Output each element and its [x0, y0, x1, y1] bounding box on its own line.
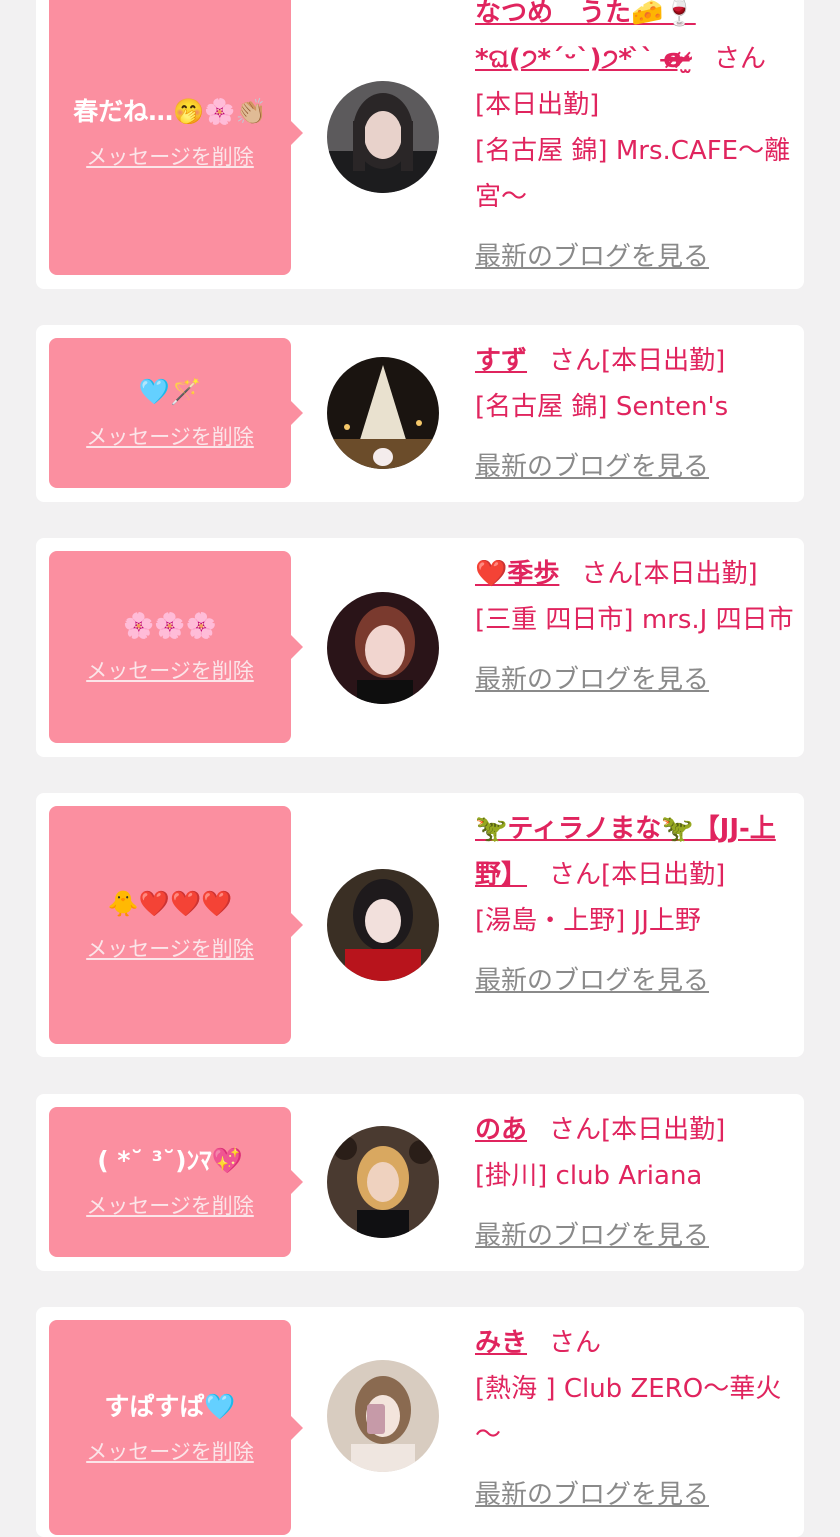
work-status: [本日出勤]	[601, 860, 726, 890]
message-text: 🩵🪄	[138, 377, 202, 406]
message-text: すぱすぱ🩵	[104, 1391, 236, 1421]
profile-info: のあ さん[本日出勤] [掛川] club Ariana 最新のブログを見る	[475, 1107, 797, 1259]
message-text: ( *˘ ³˘)ﾝﾏ💖	[97, 1146, 243, 1175]
honorific: さん	[549, 860, 602, 890]
shop-name: [三重 四日市] mrs.J 四日市	[475, 605, 794, 635]
profile-info: 🦖ティラノまな🦖【JJ-上野】 さん[本日出勤] [湯島・上野] JJ上野 最新の…	[475, 806, 797, 1004]
latest-blog-link[interactable]: 最新のブログを見る	[475, 958, 709, 1004]
latest-blog-link[interactable]: 最新のブログを見る	[475, 1472, 709, 1518]
avatar[interactable]	[327, 81, 439, 193]
message-bubble: 🐥❤️❤️❤️ メッセージを削除	[49, 806, 303, 1044]
honorific: さん	[549, 1115, 602, 1145]
favorite-card: 🩵🪄 メッセージを削除 すず さん[本日出勤] [名古屋 錦] Senten's …	[36, 325, 804, 502]
honorific: さん	[713, 44, 766, 74]
profile-info: なつめ うた🧀🍷*ଘ(੭*ˊᵕˋ)੭* ̀ˋ ɞ̴̶̷·̴̶̷̫ さん [本日出勤…	[475, 0, 797, 280]
favorite-card: 🌸🌸🌸 メッセージを削除 ❤️季歩 さん[本日出勤] [三重 四日市] mrs.J…	[36, 538, 804, 757]
profile-name-link[interactable]: みき	[475, 1328, 527, 1358]
message-text: 春だね…🤭🌸👏🏼	[73, 96, 267, 126]
profile-name-link[interactable]: ❤️季歩	[475, 559, 559, 589]
honorific: さん	[549, 346, 602, 376]
profile-info: みき さん [熱海 ] Club ZERO～華火～ 最新のブログを見る	[475, 1320, 797, 1518]
latest-blog-link[interactable]: 最新のブログを見る	[475, 234, 709, 280]
message-bubble: 春だね…🤭🌸👏🏼 メッセージを削除	[49, 0, 303, 275]
latest-blog-link[interactable]: 最新のブログを見る	[475, 1213, 709, 1259]
profile-info: すず さん[本日出勤] [名古屋 錦] Senten's 最新のブログを見る	[475, 338, 797, 490]
profile-name-link[interactable]: なつめ うた🧀🍷*ଘ(੭*ˊᵕˋ)੭* ̀ˋ ɞ̴̶̷·̴̶̷̫	[475, 0, 696, 74]
profile-name-link[interactable]: すず	[475, 346, 527, 376]
profile-name-link[interactable]: のあ	[475, 1115, 527, 1145]
message-bubble: 🌸🌸🌸 メッセージを削除	[49, 551, 303, 743]
profile-info: ❤️季歩 さん[本日出勤] [三重 四日市] mrs.J 四日市 最新のブログを見…	[475, 551, 797, 703]
delete-message-link[interactable]: メッセージを削除	[86, 141, 254, 171]
delete-message-link[interactable]: メッセージを削除	[86, 655, 254, 685]
shop-name: [名古屋 錦] Mrs.CAFE～離宮～	[475, 136, 791, 212]
latest-blog-link[interactable]: 最新のブログを見る	[475, 657, 709, 703]
message-text: 🌸🌸🌸	[123, 611, 217, 640]
message-text: 🐥❤️❤️❤️	[107, 889, 233, 918]
message-bubble: すぱすぱ🩵 メッセージを削除	[49, 1320, 303, 1535]
shop-name: [湯島・上野] JJ上野	[475, 906, 701, 936]
favorite-card: 🐥❤️❤️❤️ メッセージを削除 🦖ティラノまな🦖【JJ-上野】 さん[本日出勤]…	[36, 793, 804, 1057]
delete-message-link[interactable]: メッセージを削除	[86, 1190, 254, 1220]
avatar[interactable]	[327, 869, 439, 981]
work-status: [本日出勤]	[633, 559, 758, 589]
shop-name: [掛川] club Ariana	[475, 1161, 703, 1191]
avatar[interactable]	[327, 357, 439, 469]
avatar[interactable]	[327, 1126, 439, 1238]
delete-message-link[interactable]: メッセージを削除	[86, 421, 254, 451]
favorite-card: ( *˘ ³˘)ﾝﾏ💖 メッセージを削除 のあ さん[本日出勤] [掛川] clu…	[36, 1094, 804, 1271]
latest-blog-link[interactable]: 最新のブログを見る	[475, 444, 709, 490]
message-bubble: 🩵🪄 メッセージを削除	[49, 338, 303, 488]
avatar[interactable]	[327, 1360, 439, 1472]
delete-message-link[interactable]: メッセージを削除	[86, 1436, 254, 1466]
avatar[interactable]	[327, 592, 439, 704]
honorific: さん	[549, 1328, 602, 1358]
delete-message-link[interactable]: メッセージを削除	[86, 933, 254, 963]
work-status: [本日出勤]	[601, 1115, 726, 1145]
favorite-card: すぱすぱ🩵 メッセージを削除 みき さん [熱海 ] Club ZERO～華火～ …	[36, 1307, 804, 1537]
honorific: さん	[581, 559, 634, 589]
shop-name: [名古屋 錦] Senten's	[475, 392, 729, 422]
shop-name: [熱海 ] Club ZERO～華火～	[475, 1374, 782, 1450]
work-status: [本日出勤]	[601, 346, 726, 376]
message-bubble: ( *˘ ³˘)ﾝﾏ💖 メッセージを削除	[49, 1107, 303, 1257]
work-status: [本日出勤]	[475, 90, 600, 120]
favorite-card: 春だね…🤭🌸👏🏼 メッセージを削除 なつめ うた🧀🍷*ଘ(੭*ˊᵕˋ)੭* ̀ˋ…	[36, 0, 804, 289]
